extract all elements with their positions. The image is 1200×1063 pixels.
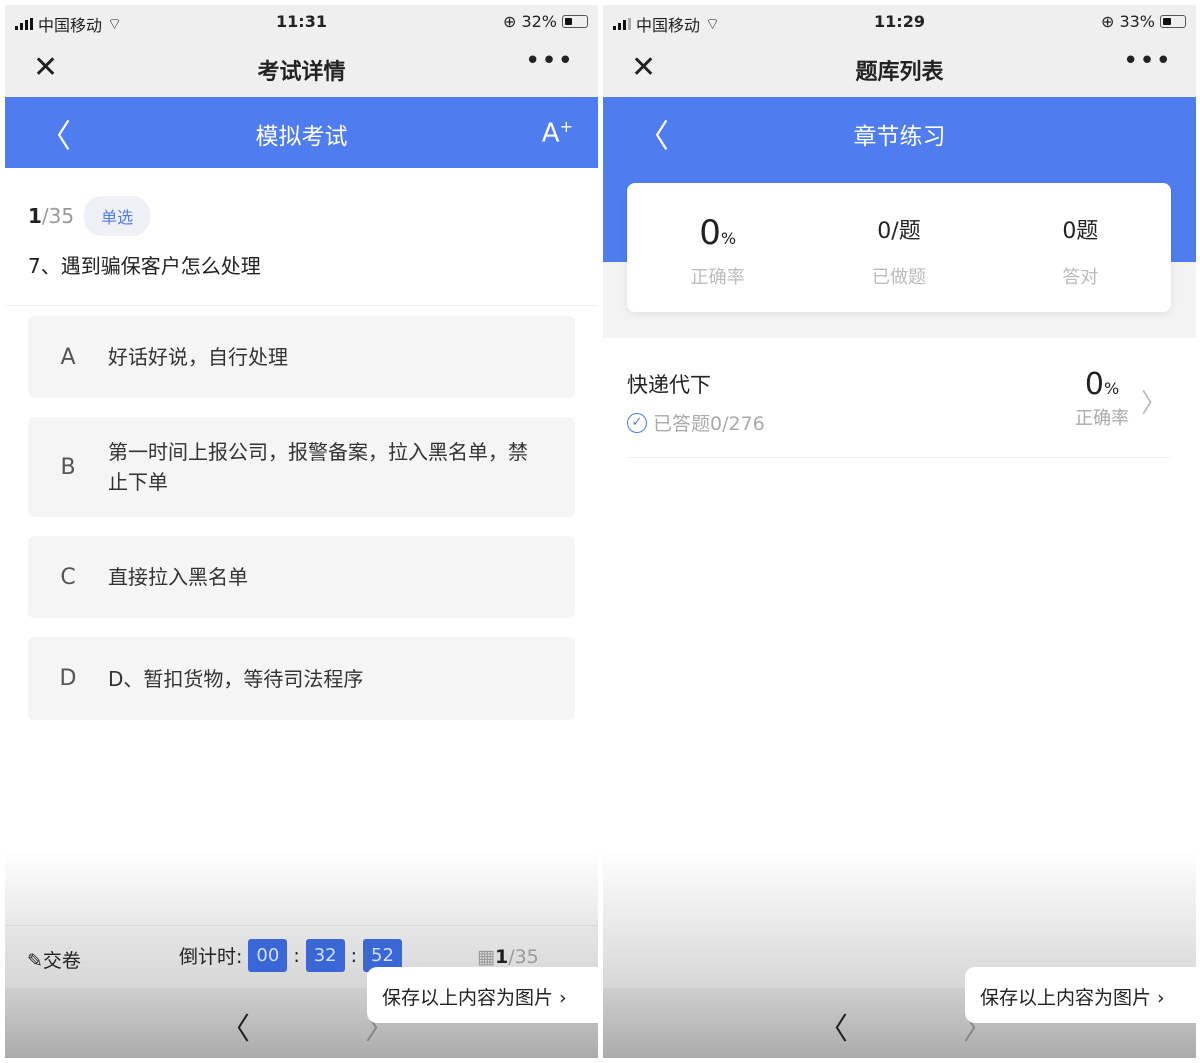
option-c[interactable]: C 直接拉入黑名单 [28, 536, 575, 618]
page-current: 1 [494, 946, 509, 968]
question-header: 1/35 单选 7、遇到骗保客户怎么处理 [5, 168, 598, 305]
option-text: 好话好说，自行处理 [108, 345, 288, 369]
stat-label: 答对 [1062, 267, 1099, 288]
stat-label: 已做题 [871, 267, 926, 288]
status-bar: 中国移动 ⌔ 11:29 ⊕ 33% [603, 5, 1196, 40]
nav-title: 考试详情 [257, 60, 346, 85]
stat-value: 0题 [1062, 219, 1099, 244]
chapter-title: 快递代下 [627, 373, 711, 397]
stats-card: 0% 正确率 0/题已做题 0题答对 [627, 183, 1171, 312]
option-key: D [59, 666, 77, 691]
orientation-lock-icon: ⊕ [503, 12, 517, 31]
fade-overlay [5, 850, 598, 925]
more-icon[interactable]: ••• [525, 46, 574, 76]
chapter-progress: 已答题0/276 [653, 413, 765, 435]
header: 〈 模拟考试 A+ [5, 97, 598, 168]
chapter-item[interactable]: 快递代下 ✓ 已答题0/276 0% 正确率 〉 [627, 363, 1171, 458]
countdown-label: 倒计时: [179, 946, 243, 968]
header-title: 模拟考试 [255, 124, 348, 150]
question-total: /35 [41, 204, 75, 228]
question-bank-screen: 中国移动 ⌔ 11:29 ⊕ 33% ✕ 题库列表 ••• 〈 章节练习 0% 正确率… [603, 5, 1196, 1058]
more-icon[interactable]: ••• [1123, 46, 1172, 76]
submit-label: 交卷 [42, 950, 81, 972]
option-key: A [60, 344, 76, 370]
pencil-icon: ✎ [27, 950, 43, 972]
stat-done: 0/题已做题 [808, 183, 989, 312]
grid-icon: ▦ [477, 946, 495, 968]
countdown-hours: 00 [248, 939, 288, 972]
battery-icon [562, 15, 588, 28]
option-key: C [60, 564, 76, 590]
chapter-rate: 0 [1084, 367, 1104, 402]
orientation-lock-icon: ⊕ [1101, 12, 1115, 31]
chevron-right-icon: 〉 [1140, 389, 1167, 419]
countdown: 倒计时: 00:32:52 [179, 939, 402, 972]
stat-accuracy: 0% 正确率 [627, 183, 808, 312]
nav-bar: ✕ 题库列表 ••• [603, 40, 1196, 97]
font-size-plus: + [559, 117, 573, 136]
option-b[interactable]: B 第一时间上报公司，报警备案，拉入黑名单，禁止下单 [28, 417, 575, 517]
save-as-image-button[interactable]: 保存以上内容为图片 › [965, 967, 1196, 1023]
battery-percent: 33% [1119, 12, 1155, 31]
question-type-badge: 单选 [84, 196, 151, 236]
header-title: 章节练习 [853, 124, 946, 150]
question-current: 1 [28, 204, 42, 228]
option-d[interactable]: D D、暂扣货物，等待司法程序 [28, 637, 575, 720]
question-text: 7、遇到骗保客户怎么处理 [28, 254, 261, 278]
submit-button[interactable]: ✎交卷 [27, 946, 81, 973]
stat-unit: % [720, 229, 737, 248]
option-a[interactable]: A 好话好说，自行处理 [28, 316, 575, 398]
question-counter: 1/35 [28, 204, 74, 228]
countdown-minutes: 32 [305, 939, 345, 972]
countdown-sep: : [293, 944, 300, 967]
status-bar: 中国移动 ⌔ 11:31 ⊕ 32% [5, 5, 598, 40]
option-text: D、暂扣货物，等待司法程序 [108, 666, 364, 691]
browser-back-icon[interactable]: 〈 [220, 1004, 250, 1048]
divider [5, 305, 598, 306]
option-key: B [60, 454, 76, 480]
chapter-rate-unit: % [1103, 379, 1120, 398]
option-text: 第一时间上报公司，报警备案，拉入黑名单，禁止下单 [108, 440, 528, 494]
stat-value: 0/题 [877, 219, 921, 244]
stat-label: 正确率 [690, 267, 745, 288]
stat-correct: 0题答对 [990, 183, 1171, 312]
page-total: /35 [508, 946, 539, 968]
check-circle-icon: ✓ [627, 412, 647, 433]
save-as-image-button[interactable]: 保存以上内容为图片 › [367, 967, 598, 1023]
browser-back-icon[interactable]: 〈 [818, 1004, 848, 1048]
battery-icon [1160, 15, 1186, 28]
chapter-rate-label: 正确率 [1075, 408, 1129, 429]
answer-sheet-button[interactable]: ▦1/35 [477, 946, 539, 968]
exam-detail-screen: 中国移动 ⌔ 11:31 ⊕ 32% ✕ 考试详情 ••• 〈 模拟考试 A+ 1/… [5, 5, 598, 1058]
stat-value: 0 [699, 213, 721, 253]
font-size-label: A [541, 118, 560, 149]
nav-bar: ✕ 考试详情 ••• [5, 40, 598, 97]
nav-title: 题库列表 [855, 60, 944, 85]
option-text: 直接拉入黑名单 [108, 565, 248, 589]
countdown-sep: : [350, 944, 358, 967]
battery-percent: 32% [521, 12, 557, 31]
font-size-button[interactable]: A+ [542, 117, 573, 149]
